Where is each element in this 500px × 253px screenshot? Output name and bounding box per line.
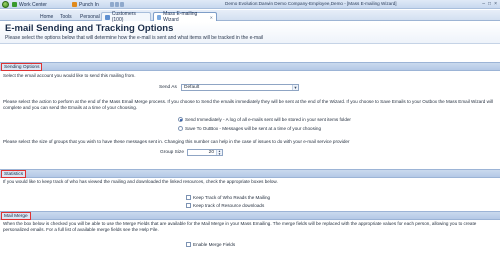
window-controls: – □ × — [482, 1, 497, 7]
wizard-icon — [157, 14, 162, 20]
quick-access-icon[interactable] — [110, 2, 114, 7]
statistics-description: If you would like to keep track of who h… — [3, 179, 278, 184]
app-menu-icon[interactable] — [2, 1, 9, 8]
work-center-label: Work Center — [19, 1, 47, 8]
send-as-value: Default — [184, 85, 200, 90]
quick-access-icon[interactable] — [115, 2, 119, 7]
enable-merge-fields-label: Enable Merge Fields — [193, 242, 236, 247]
enable-merge-fields-checkbox[interactable] — [186, 242, 191, 247]
maximize-button[interactable]: □ — [488, 1, 491, 7]
send-immediately-label: Send Immediately - A log of all e-mails … — [185, 117, 351, 122]
track-resources-checkbox[interactable] — [186, 203, 191, 208]
close-window-button[interactable]: × — [494, 1, 497, 7]
close-tab-icon[interactable]: ✕ — [210, 15, 213, 20]
save-to-outbox-option[interactable]: Save To OutBox - Messages will be sent a… — [178, 126, 321, 131]
work-center-button[interactable]: Work Center — [12, 1, 47, 8]
punch-in-button[interactable]: Punch In — [72, 1, 99, 8]
track-resources-label: Keep track of Resource downloads — [193, 203, 265, 208]
track-readers-label: Keep Track of Who Reads the Mailing — [193, 195, 271, 200]
punch-in-label: Punch In — [79, 1, 99, 8]
track-resources-option[interactable]: Keep track of Resource downloads — [186, 203, 264, 208]
wizard-content: E-mail Sending and Tracking Options Plea… — [0, 22, 500, 253]
quick-access-toolbar — [110, 2, 124, 7]
save-to-outbox-radio[interactable] — [178, 126, 183, 131]
page-subtitle: Please select the options below that wil… — [5, 35, 264, 41]
action-description: Please select the action to perform at t… — [3, 99, 493, 110]
tab-tools[interactable]: Tools — [56, 12, 76, 21]
tab-personal[interactable]: Personal — [76, 12, 104, 21]
page-header: E-mail Sending and Tracking Options Plea… — [0, 22, 500, 44]
group-size-stepper[interactable]: 20 ▲ ▼ — [187, 149, 223, 156]
page-title: E-mail Sending and Tracking Options — [5, 23, 174, 34]
quick-access-icon[interactable] — [120, 2, 124, 7]
mail-merge-bar: Mail Merge — [0, 211, 500, 220]
track-readers-option[interactable]: Keep Track of Who Reads the Mailing — [186, 195, 270, 200]
window-title: Demo Evolution:Darwin Demo Company-Emplo… — [225, 1, 397, 6]
group-size-description: Please select the size of groups that yo… — [3, 139, 350, 144]
stepper-arrows-icon[interactable]: ▲ ▼ — [216, 150, 222, 155]
save-to-outbox-label: Save To OutBox - Messages will be sent a… — [185, 126, 322, 131]
send-immediately-option[interactable]: Send Immediately - A log of all e-mails … — [178, 117, 351, 122]
mail-merge-label: Mail Merge — [1, 212, 31, 220]
track-readers-checkbox[interactable] — [186, 195, 191, 200]
group-size-value: 20 — [208, 150, 214, 155]
group-size-label: Group Size — [160, 150, 184, 155]
tab-bar: Home Tools Personal Customers (100) Mass… — [0, 10, 500, 23]
customers-icon — [105, 14, 110, 20]
mail-merge-description: When the box below is checked you will b… — [3, 221, 477, 232]
chevron-down-icon[interactable]: ▼ — [292, 85, 298, 90]
title-bar: Work Center Punch In Demo Evolution:Darw… — [0, 0, 500, 9]
tab-home[interactable]: Home — [36, 12, 57, 21]
sending-options-bar: Sending Options — [0, 62, 500, 71]
tab-mass-emailing-wizard[interactable]: Mass E-mailing Wizard ✕ — [153, 11, 217, 23]
statistics-label: Statistics — [1, 170, 27, 178]
send-account-text: Select the email account you would like … — [3, 73, 136, 78]
statistics-bar: Statistics — [0, 169, 500, 178]
work-center-icon — [12, 2, 17, 7]
clock-icon — [72, 2, 77, 7]
send-as-select[interactable]: Default ▼ — [181, 84, 299, 91]
send-as-label: Send As — [159, 85, 177, 90]
sending-options-label: Sending Options — [1, 63, 43, 71]
enable-merge-fields-option[interactable]: Enable Merge Fields — [186, 242, 235, 247]
minimize-button[interactable]: – — [482, 1, 485, 7]
tab-customers[interactable]: Customers (100) — [101, 11, 151, 23]
send-immediately-radio[interactable] — [178, 117, 183, 122]
